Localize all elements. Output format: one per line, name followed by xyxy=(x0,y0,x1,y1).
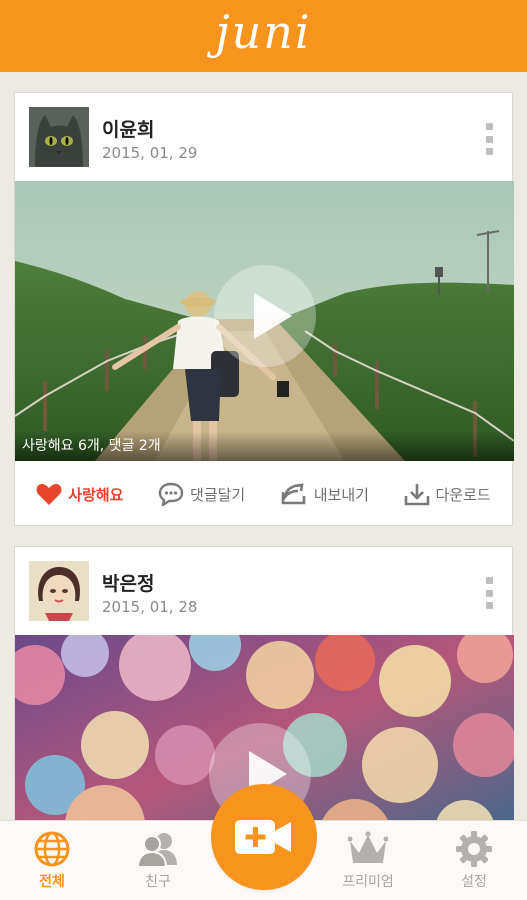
avatar[interactable] xyxy=(29,107,89,167)
comment-button[interactable]: 댓글달기 xyxy=(158,482,245,506)
share-button[interactable]: 내보내기 xyxy=(280,483,369,505)
feed[interactable]: 이윤희 2015, 01, 29 사랑해요 6개, 댓글 2개 사랑해요 댓글달… xyxy=(0,72,527,820)
post-card: 이윤희 2015, 01, 29 사랑해요 6개, 댓글 2개 사랑해요 댓글달… xyxy=(14,92,514,527)
heart-icon xyxy=(36,484,62,505)
download-icon xyxy=(404,484,429,506)
love-button[interactable]: 사랑해요 xyxy=(36,483,123,505)
app-header: juni xyxy=(0,0,527,72)
love-label: 사랑해요 xyxy=(68,485,124,504)
tab-label: 친구 xyxy=(145,874,171,890)
post-header: 이윤희 2015, 01, 29 xyxy=(15,93,512,181)
author-name[interactable]: 박은정 xyxy=(102,569,154,596)
author-name[interactable]: 이윤희 xyxy=(102,115,154,142)
comment-label: 댓글달기 xyxy=(190,485,246,504)
tab-all[interactable]: 전체 xyxy=(2,821,102,900)
comment-icon xyxy=(158,482,184,506)
globe-icon xyxy=(34,831,70,867)
gear-icon xyxy=(456,831,492,867)
post-header: 박은정 2015, 01, 28 xyxy=(15,547,512,635)
friends-icon xyxy=(137,833,177,867)
post-card: 박은정 2015, 01, 28 xyxy=(14,546,514,820)
tab-label: 프리미엄 xyxy=(342,874,394,890)
share-icon xyxy=(281,483,306,505)
tab-premium[interactable]: 프리미엄 xyxy=(318,821,418,900)
post-date: 2015, 01, 28 xyxy=(102,598,198,616)
post-date: 2015, 01, 29 xyxy=(102,144,198,162)
tab-friends[interactable]: 친구 xyxy=(108,821,208,900)
post-video-thumbnail[interactable]: 사랑해요 6개, 댓글 2개 xyxy=(15,181,514,461)
video-camera-plus-icon xyxy=(235,820,291,854)
more-menu-icon[interactable] xyxy=(486,577,494,609)
play-button[interactable] xyxy=(214,265,316,367)
post-stats: 사랑해요 6개, 댓글 2개 xyxy=(22,438,161,454)
download-button[interactable]: 다운로드 xyxy=(404,482,491,506)
download-label: 다운로드 xyxy=(435,485,491,504)
tab-settings[interactable]: 설정 xyxy=(424,821,524,900)
more-menu-icon[interactable] xyxy=(486,123,494,155)
tab-label: 설정 xyxy=(461,874,487,890)
tab-label: 전체 xyxy=(39,874,65,890)
record-video-button[interactable] xyxy=(211,784,317,890)
share-label: 내보내기 xyxy=(313,485,369,504)
avatar[interactable] xyxy=(29,561,89,621)
app-logo: juni xyxy=(215,5,312,59)
crown-icon xyxy=(348,831,388,863)
post-actions: 사랑해요 댓글달기 내보내기 다운로드 xyxy=(15,461,512,527)
